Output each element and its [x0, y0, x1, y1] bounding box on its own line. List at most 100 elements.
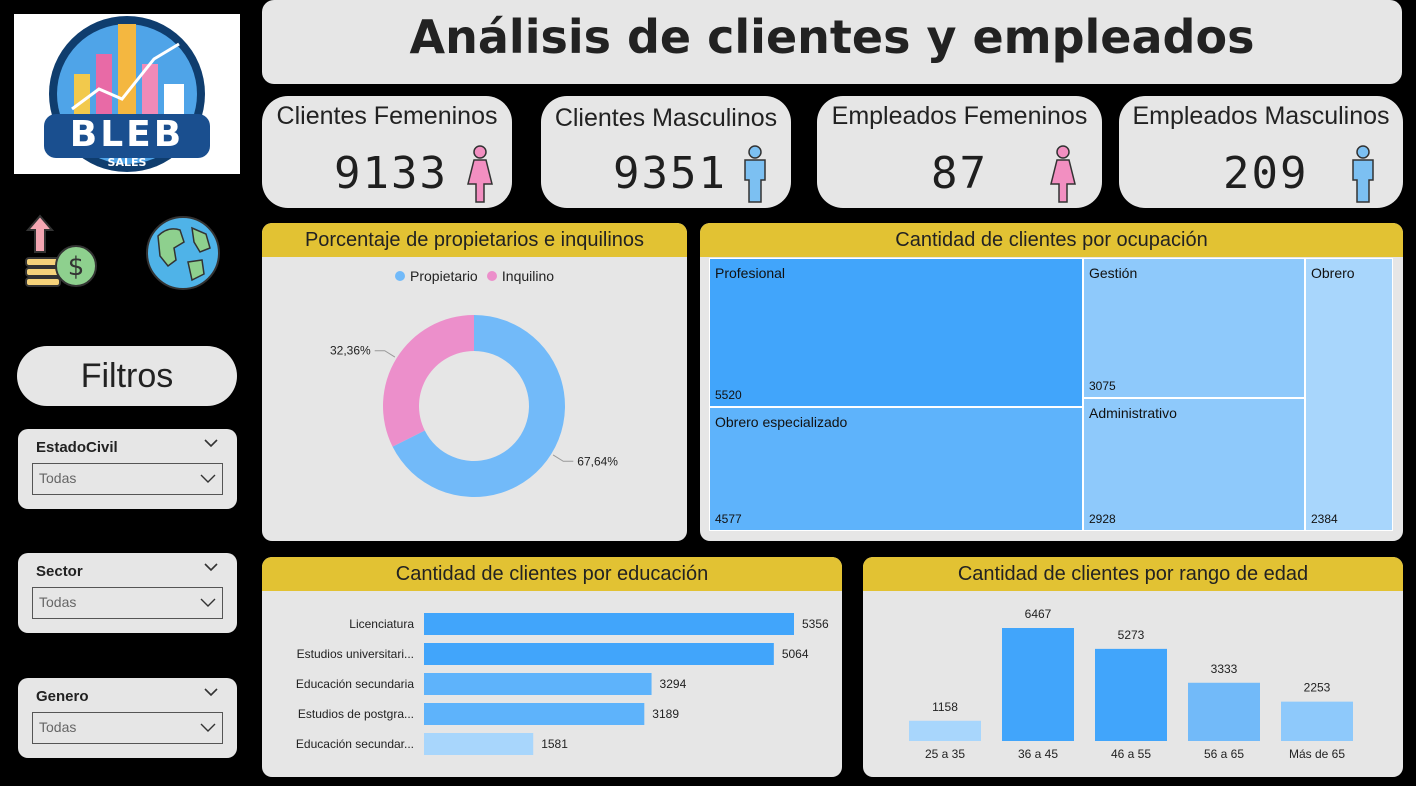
- title-card: Análisis de clientes y empleados: [262, 0, 1402, 84]
- kpi-value: 209: [1223, 148, 1309, 199]
- svg-text:$: $: [68, 252, 85, 282]
- kpi-card-empleados-masculinos: Empleados Masculinos 209: [1119, 96, 1403, 208]
- tile-value: 4577: [715, 512, 742, 526]
- age-category-label: Más de 65: [1289, 747, 1345, 761]
- logo-text: BLEB: [69, 114, 185, 155]
- age-panel: Cantidad de clientes por rango de edad 1…: [863, 557, 1403, 777]
- slicer-label: Genero: [36, 688, 89, 705]
- kpi-card-clientes-masculinos: Clientes Masculinos 9351: [541, 96, 791, 208]
- treemap-title: Cantidad de clientes por ocupación: [700, 223, 1403, 257]
- chevron-down-icon: [200, 723, 216, 732]
- kpi-card-empleados-femeninos: Empleados Femeninos 87: [817, 96, 1102, 208]
- globe-icon[interactable]: [144, 214, 222, 292]
- education-value-label: 5064: [782, 647, 809, 661]
- tile-label: Gestión: [1089, 265, 1138, 281]
- donut-data-label: 32,36%: [330, 344, 371, 358]
- donut-data-label: 67,64%: [577, 454, 618, 468]
- slicer-label: EstadoCivil: [36, 439, 118, 456]
- tile-label: Obrero especializado: [715, 414, 848, 430]
- age-category-label: 25 a 35: [925, 747, 965, 761]
- slicer-dropdown[interactable]: Todas: [32, 712, 223, 744]
- logo: BLEB SALES: [14, 14, 240, 174]
- education-value-label: 1581: [541, 737, 568, 751]
- education-category-label: Educación secundaria: [296, 677, 414, 691]
- female-icon: [467, 145, 493, 203]
- age-value-label: 5273: [1118, 628, 1145, 642]
- female-icon: [1050, 145, 1076, 203]
- kpi-label: Empleados Masculinos: [1132, 102, 1390, 130]
- kpi-value: 9133: [334, 148, 448, 199]
- education-category-label: Licenciatura: [349, 617, 414, 631]
- treemap-tile-administrativo[interactable]: Administrativo 2928: [1083, 398, 1305, 531]
- kpi-card-clientes-femeninos: Clientes Femeninos 9133: [262, 96, 512, 208]
- tile-label: Profesional: [715, 265, 786, 281]
- slicer-dropdown[interactable]: Todas: [32, 587, 223, 619]
- page-title: Análisis de clientes y empleados: [409, 10, 1255, 64]
- slicer-sector: Sector Todas: [18, 553, 237, 633]
- education-category-label: Educación secundar...: [296, 737, 414, 751]
- education-value-label: 5356: [802, 617, 829, 631]
- slicer-value: Todas: [39, 470, 77, 486]
- chevron-down-icon: [200, 474, 216, 483]
- age-value-label: 6467: [1025, 607, 1052, 621]
- education-value-label: 3189: [652, 707, 679, 721]
- slicer-estadocivil: EstadoCivil Todas: [18, 429, 237, 509]
- age-bar[interactable]: [909, 720, 981, 741]
- donut-leader-line: [552, 454, 574, 462]
- treemap-tile-obrero-especializado[interactable]: Obrero especializado 4577: [709, 407, 1083, 531]
- tile-label: Administrativo: [1089, 405, 1177, 421]
- education-category-label: Estudios universitari...: [297, 647, 414, 661]
- tile-value: 2384: [1311, 512, 1338, 526]
- donut-panel: Porcentaje de propietarios e inquilinos …: [262, 223, 687, 541]
- age-bar[interactable]: [1002, 628, 1074, 741]
- chevron-down-icon: [200, 598, 216, 607]
- tile-label: Obrero: [1311, 265, 1355, 281]
- education-bar[interactable]: [424, 703, 645, 725]
- education-bar[interactable]: [424, 673, 652, 695]
- donut-slice-inquilino[interactable]: [382, 315, 474, 447]
- education-bar[interactable]: [424, 733, 534, 755]
- male-icon: [1352, 145, 1374, 203]
- logo-subtext: SALES: [107, 156, 147, 169]
- donut-chart: 67,64% 32,36%: [330, 315, 618, 497]
- tile-value: 3075: [1089, 379, 1116, 393]
- treemap-tile-profesional[interactable]: Profesional 5520: [709, 258, 1083, 407]
- treemap-tile-obrero[interactable]: Obrero 2384: [1305, 258, 1393, 531]
- education-bar-chart: Licenciatura 5356 Estudios universitari...…: [296, 613, 829, 755]
- filters-title: Filtros: [80, 357, 174, 395]
- education-bar[interactable]: [424, 643, 774, 665]
- age-value-label: 2253: [1304, 681, 1331, 695]
- male-icon: [744, 145, 766, 203]
- donut-leader-line: [374, 350, 396, 358]
- filters-button[interactable]: Filtros: [17, 346, 237, 406]
- age-bar[interactable]: [1188, 682, 1260, 741]
- chevron-down-icon[interactable]: [203, 559, 219, 575]
- kpi-label: Empleados Femeninos: [831, 102, 1088, 130]
- age-value-label: 3333: [1211, 662, 1238, 676]
- chevron-down-icon[interactable]: [203, 684, 219, 700]
- age-category-label: 36 a 45: [1018, 747, 1058, 761]
- age-category-label: 46 a 55: [1111, 747, 1151, 761]
- chevron-down-icon[interactable]: [203, 435, 219, 451]
- tile-value: 2928: [1089, 512, 1116, 526]
- age-value-label: 1158: [932, 700, 958, 714]
- age-bar[interactable]: [1095, 648, 1167, 741]
- slicer-label: Sector: [36, 563, 83, 580]
- slicer-dropdown[interactable]: Todas: [32, 463, 223, 495]
- tile-value: 5520: [715, 388, 742, 402]
- age-bar[interactable]: [1281, 701, 1353, 741]
- education-bar[interactable]: [424, 613, 794, 635]
- age-bar-chart: 1158 25 a 35 6467 36 a 45 5273 46 a 55 3333 56 …: [909, 607, 1353, 761]
- education-category-label: Estudios de postgra...: [298, 707, 414, 721]
- slicer-genero: Genero Todas: [18, 678, 237, 758]
- age-category-label: 56 a 65: [1204, 747, 1244, 761]
- education-value-label: 3294: [660, 677, 687, 691]
- kpi-label: Clientes Femeninos: [276, 102, 498, 130]
- education-panel: Cantidad de clientes por educación Licen…: [262, 557, 842, 777]
- kpi-label: Clientes Masculinos: [554, 104, 778, 132]
- slicer-value: Todas: [39, 594, 77, 610]
- money-up-icon[interactable]: $: [22, 212, 102, 292]
- treemap-tile-gestion[interactable]: Gestión 3075: [1083, 258, 1305, 398]
- kpi-value: 87: [931, 148, 988, 199]
- treemap-panel: Cantidad de clientes por ocupación Profe…: [700, 223, 1403, 541]
